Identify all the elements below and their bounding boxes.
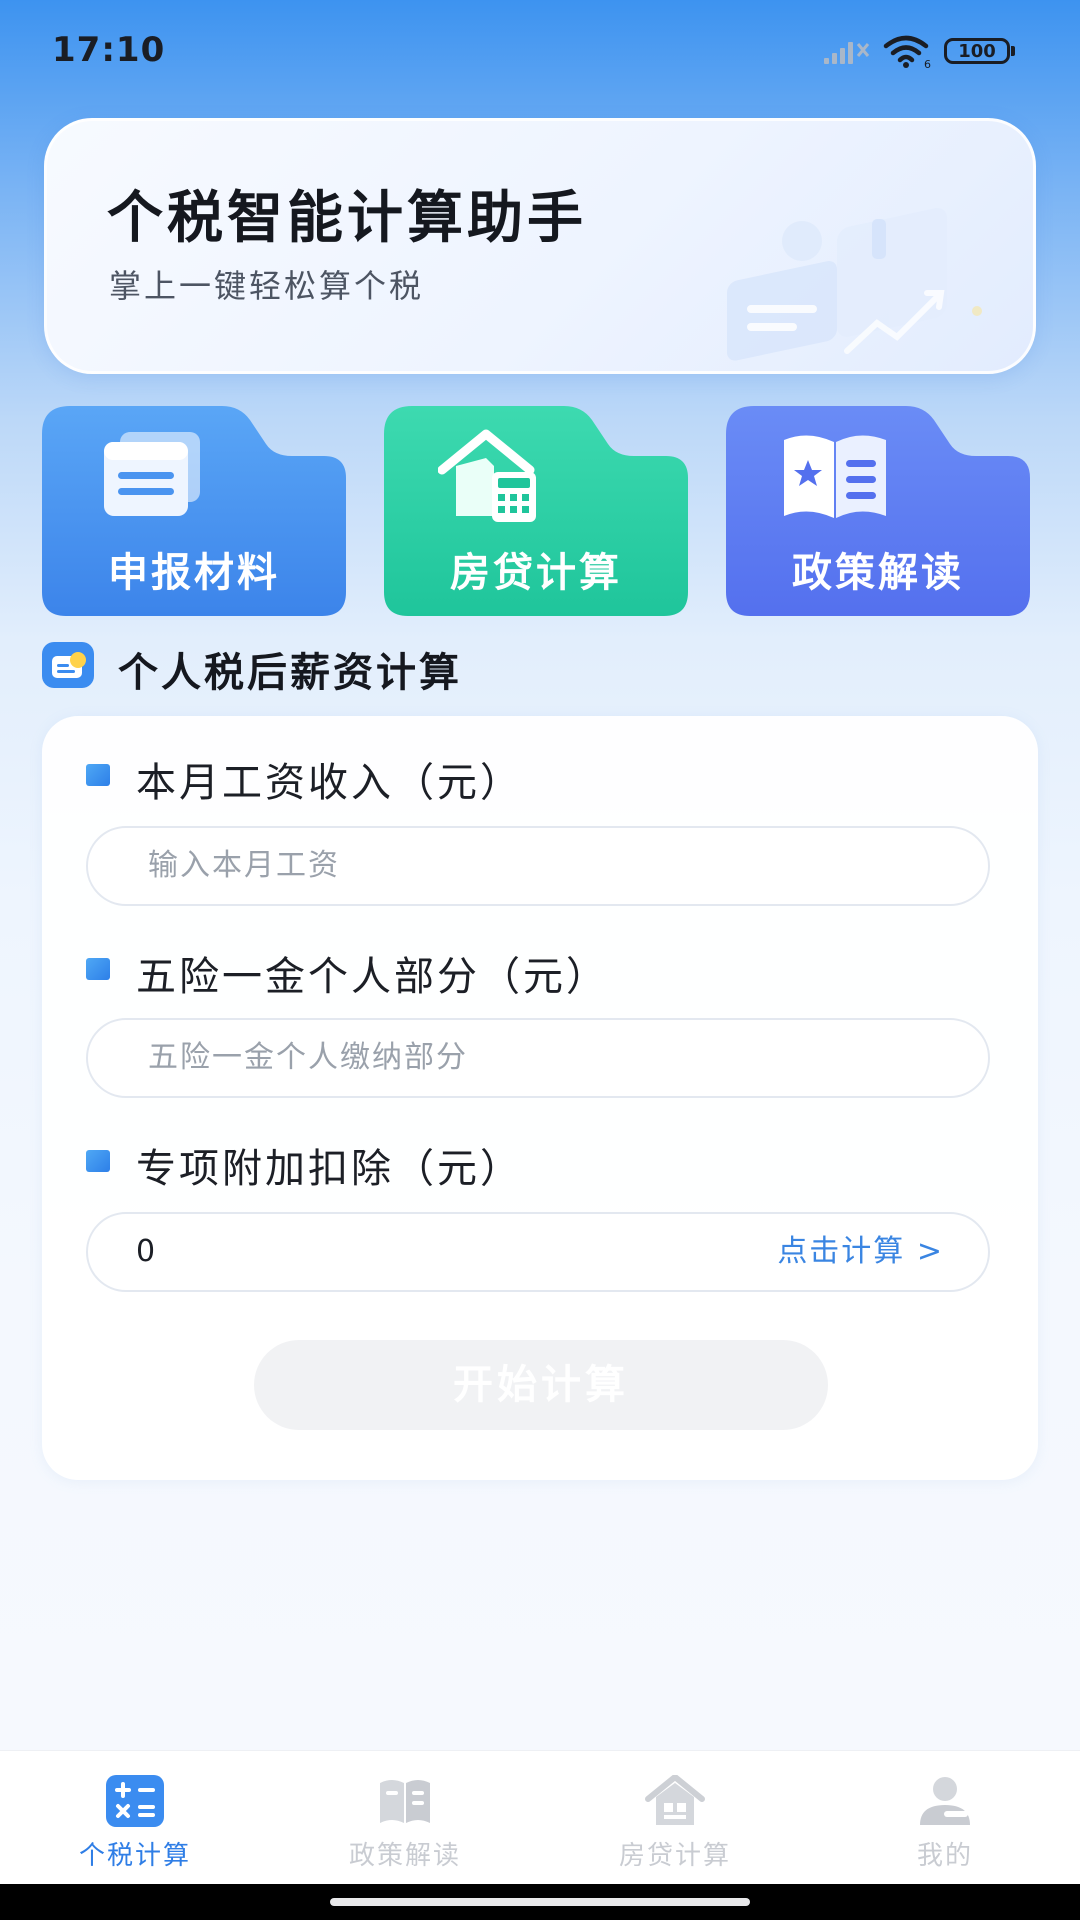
- feature-card-declaration[interactable]: 申报材料: [42, 406, 346, 616]
- start-calculation-button[interactable]: 开始计算: [254, 1340, 828, 1430]
- battery-level: 100: [958, 41, 996, 62]
- home-indicator[interactable]: [330, 1898, 750, 1906]
- book-star-icon: [784, 435, 886, 518]
- calculator-icon: [106, 1775, 164, 1827]
- feature-label-mortgage: 房贷计算: [450, 550, 622, 596]
- nav-item-tax-calc[interactable]: 个税计算: [0, 1751, 270, 1885]
- wifi-icon: 6: [883, 35, 931, 70]
- salary-calculator-icon: [42, 642, 94, 688]
- salary-label: 本月工资收入（元）: [136, 760, 523, 806]
- salary-placeholder: 输入本月工资: [148, 848, 340, 883]
- deduction-label: 专项附加扣除（元）: [136, 1146, 523, 1192]
- nav-label-profile: 我的: [916, 1841, 973, 1871]
- chart-illustration-icon: [727, 208, 982, 361]
- svg-text:6: 6: [924, 58, 931, 70]
- feature-card-mortgage[interactable]: 房贷计算: [384, 406, 688, 616]
- insurance-label: 五险一金个人部分（元）: [136, 954, 609, 1000]
- nav-label-tax-calc: 个税计算: [78, 1841, 191, 1871]
- feature-label-policy: 政策解读: [792, 550, 964, 596]
- book-icon: [380, 1780, 430, 1823]
- status-bar: 17:10 6 100: [0, 0, 1080, 100]
- user-icon: [920, 1777, 970, 1825]
- battery-icon: 100: [944, 38, 1010, 64]
- nav-label-mortgage: 房贷计算: [618, 1841, 731, 1871]
- hero-banner: 个税智能计算助手 掌上一键轻松算个税: [44, 118, 1036, 374]
- bottom-nav: 个税计算 政策解读 房贷计算 我的: [0, 1750, 1080, 1885]
- feature-card-policy[interactable]: 政策解读: [726, 406, 1030, 616]
- field-bullet: [86, 764, 110, 786]
- house-calculator-icon: [438, 429, 536, 522]
- status-time: 17:10: [52, 30, 166, 70]
- insurance-input[interactable]: 五险一金个人缴纳部分: [86, 1018, 990, 1098]
- field-bullet: [86, 958, 110, 980]
- house-icon: [645, 1775, 705, 1825]
- nav-label-policy: 政策解读: [348, 1841, 461, 1871]
- documents-icon: [104, 432, 200, 516]
- deduction-value: 0: [136, 1234, 156, 1269]
- salary-form-card: 本月工资收入（元） 输入本月工资 五险一金个人部分（元） 五险一金个人缴纳部分 …: [42, 716, 1038, 1480]
- nav-item-profile[interactable]: 我的: [810, 1751, 1080, 1885]
- banner-title: 个税智能计算助手: [107, 186, 587, 251]
- banner-subtitle: 掌上一键轻松算个税: [109, 267, 425, 305]
- feature-label-declaration: 申报材料: [108, 550, 280, 596]
- signal-icon: [824, 42, 870, 64]
- salary-input[interactable]: 输入本月工资: [86, 826, 990, 906]
- nav-item-policy[interactable]: 政策解读: [270, 1751, 540, 1885]
- battery-tip: [1011, 46, 1015, 56]
- nav-item-mortgage[interactable]: 房贷计算: [540, 1751, 810, 1885]
- insurance-placeholder: 五险一金个人缴纳部分: [148, 1040, 468, 1075]
- section-title: 个人税后薪资计算: [118, 650, 462, 696]
- deduction-input[interactable]: 0 点击计算 >: [86, 1212, 990, 1292]
- field-bullet: [86, 1150, 110, 1172]
- calculate-deduction-link[interactable]: 点击计算 >: [777, 1214, 944, 1290]
